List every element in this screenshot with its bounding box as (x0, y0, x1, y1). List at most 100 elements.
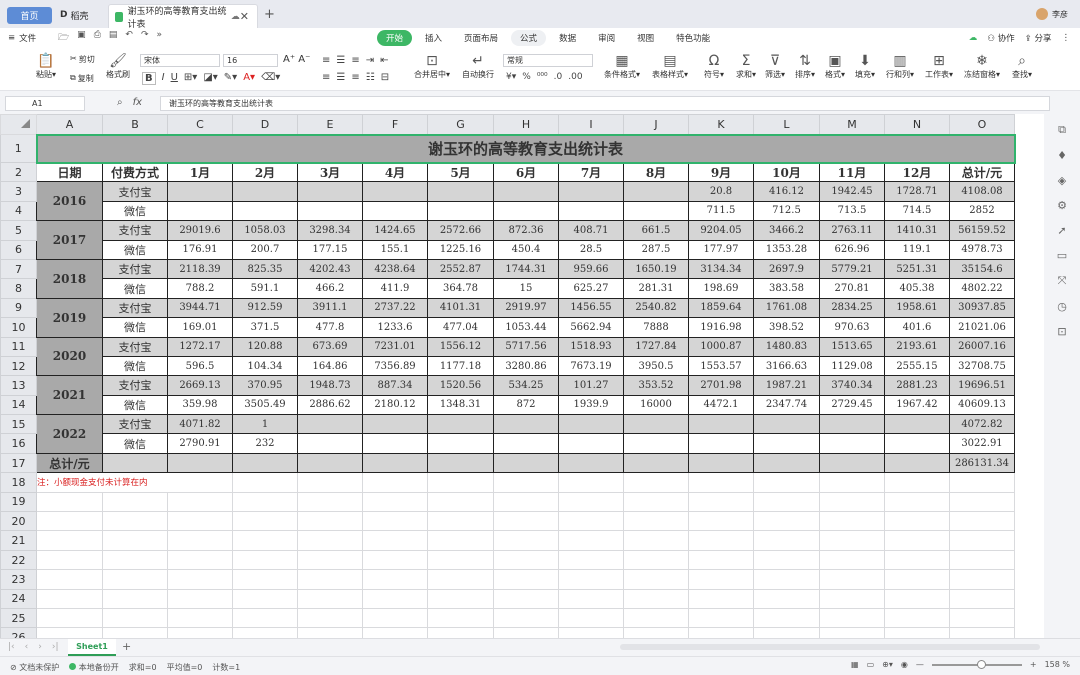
empty-cell[interactable] (493, 491, 559, 513)
fill-color-icon[interactable]: ◪▾ (203, 72, 217, 85)
amount-cell[interactable] (167, 181, 233, 202)
font-name-select[interactable]: 宋体 (140, 54, 220, 67)
amount-cell[interactable] (362, 181, 428, 202)
total-empty-cell[interactable] (688, 452, 754, 474)
empty-cell[interactable] (493, 511, 559, 532)
empty-cell[interactable] (558, 549, 624, 571)
home-tab[interactable]: 首页 (7, 7, 52, 24)
empty-cell[interactable] (558, 491, 624, 513)
amount-cell[interactable]: 912.59 (232, 297, 298, 319)
amount-cell[interactable]: 16000 (623, 394, 689, 416)
empty-cell[interactable] (558, 472, 624, 493)
history-icon[interactable]: ◷ (1044, 300, 1080, 313)
amount-cell[interactable]: 164.86 (297, 355, 363, 377)
decrease-decimal-icon[interactable]: .00 (568, 72, 582, 82)
amount-cell[interactable] (493, 181, 559, 202)
amount-cell[interactable] (623, 433, 689, 454)
amount-cell[interactable]: 120.88 (232, 336, 298, 357)
amount-cell[interactable] (753, 433, 820, 454)
empty-cell[interactable] (819, 491, 885, 513)
column-header-i[interactable]: I (558, 114, 624, 135)
amount-cell[interactable]: 477.8 (297, 317, 363, 338)
amount-cell[interactable]: 1967.42 (884, 394, 950, 416)
redo-icon[interactable]: ↷ (141, 30, 149, 46)
empty-cell[interactable] (167, 511, 233, 532)
empty-cell[interactable] (623, 511, 689, 532)
sheet-tab-sheet1[interactable]: Sheet1 (68, 639, 116, 656)
amount-cell[interactable]: 2919.97 (493, 297, 559, 319)
payment-method-cell[interactable]: 支付宝 (102, 414, 168, 435)
empty-cell[interactable] (297, 549, 363, 571)
amount-cell[interactable]: 408.71 (558, 220, 624, 241)
row-header-10[interactable]: 10 (0, 317, 37, 338)
empty-cell[interactable] (688, 472, 754, 493)
amount-cell[interactable]: 450.4 (493, 239, 559, 260)
payment-method-cell[interactable]: 支付宝 (102, 297, 168, 319)
column-header-n[interactable]: N (884, 114, 950, 135)
row-total-cell[interactable]: 32708.75 (949, 355, 1015, 377)
row-header-23[interactable]: 23 (0, 569, 37, 590)
format-button[interactable]: ▣ 格式▾ (825, 53, 845, 80)
amount-cell[interactable] (297, 181, 363, 202)
tab-view[interactable]: 视图 (628, 30, 663, 46)
collaborate-button[interactable]: ⚇ 协作 (987, 32, 1014, 44)
border-icon[interactable]: ⊞▾ (184, 72, 197, 85)
empty-cell[interactable] (297, 511, 363, 532)
payment-method-cell[interactable]: 支付宝 (102, 258, 168, 280)
amount-cell[interactable]: 398.52 (753, 317, 820, 338)
amount-cell[interactable]: 1728.71 (884, 181, 950, 202)
tab-data[interactable]: 数据 (550, 30, 585, 46)
thousands-icon[interactable]: ⁰⁰⁰ (537, 72, 548, 82)
zoom-in-icon[interactable]: + (1030, 660, 1037, 669)
paste-button[interactable]: 📋 粘贴▾ (36, 53, 56, 80)
amount-cell[interactable]: 5779.21 (819, 258, 885, 280)
font-size-select[interactable]: 16 (223, 54, 278, 67)
total-empty-cell[interactable] (362, 452, 428, 474)
year-cell[interactable]: 2016 (36, 181, 103, 222)
empty-cell[interactable] (819, 530, 885, 551)
row-total-cell[interactable]: 4108.08 (949, 181, 1015, 202)
empty-cell[interactable] (753, 491, 820, 513)
docer-tab[interactable]: D 稻壳 (57, 6, 103, 24)
amount-cell[interactable]: 5717.56 (493, 336, 559, 357)
amount-cell[interactable]: 104.34 (232, 355, 298, 377)
empty-cell[interactable] (232, 511, 298, 532)
grand-total-cell[interactable]: 286131.34 (949, 452, 1015, 474)
cursor-icon[interactable]: ➚ (1044, 224, 1080, 237)
empty-cell[interactable] (949, 491, 1015, 513)
amount-cell[interactable]: 1942.45 (819, 181, 885, 202)
total-empty-cell[interactable] (102, 452, 168, 474)
amount-cell[interactable]: 5662.94 (558, 317, 624, 338)
empty-cell[interactable] (753, 472, 820, 493)
amount-cell[interactable]: 371.5 (232, 317, 298, 338)
table-header-cell[interactable]: 11月 (819, 161, 885, 183)
amount-cell[interactable] (884, 414, 950, 435)
amount-cell[interactable]: 200.7 (232, 239, 298, 260)
document-tab[interactable]: 谢玉环的高等教育支出统计表 ☁ ✕ (108, 4, 258, 30)
amount-cell[interactable]: 2834.25 (819, 297, 885, 319)
empty-cell[interactable] (297, 530, 363, 551)
amount-cell[interactable] (362, 414, 428, 435)
new-tab-icon[interactable]: + (264, 7, 275, 22)
empty-cell[interactable] (362, 569, 428, 590)
amount-cell[interactable]: 119.1 (884, 239, 950, 260)
amount-cell[interactable]: 2886.62 (297, 394, 363, 416)
amount-cell[interactable]: 287.5 (623, 239, 689, 260)
row-header-17[interactable]: 17 (0, 452, 37, 474)
format-painter-button[interactable]: 🖌 格式刷 (106, 53, 130, 80)
empty-cell[interactable] (232, 607, 298, 629)
indent-icon[interactable]: ⇥ (366, 55, 374, 66)
amount-cell[interactable]: 3280.86 (493, 355, 559, 377)
amount-cell[interactable]: 1480.83 (753, 336, 820, 357)
column-header-l[interactable]: L (753, 114, 820, 135)
payment-method-cell[interactable]: 支付宝 (102, 375, 168, 396)
percent-icon[interactable]: % (522, 72, 531, 82)
amount-cell[interactable]: 7356.89 (362, 355, 428, 377)
amount-cell[interactable]: 232 (232, 433, 298, 454)
payment-method-cell[interactable]: 微信 (102, 394, 168, 416)
amount-cell[interactable]: 177.97 (688, 239, 754, 260)
amount-cell[interactable]: 825.35 (232, 258, 298, 280)
empty-cell[interactable] (819, 472, 885, 493)
empty-cell[interactable] (232, 549, 298, 571)
year-cell[interactable]: 2019 (36, 297, 103, 338)
